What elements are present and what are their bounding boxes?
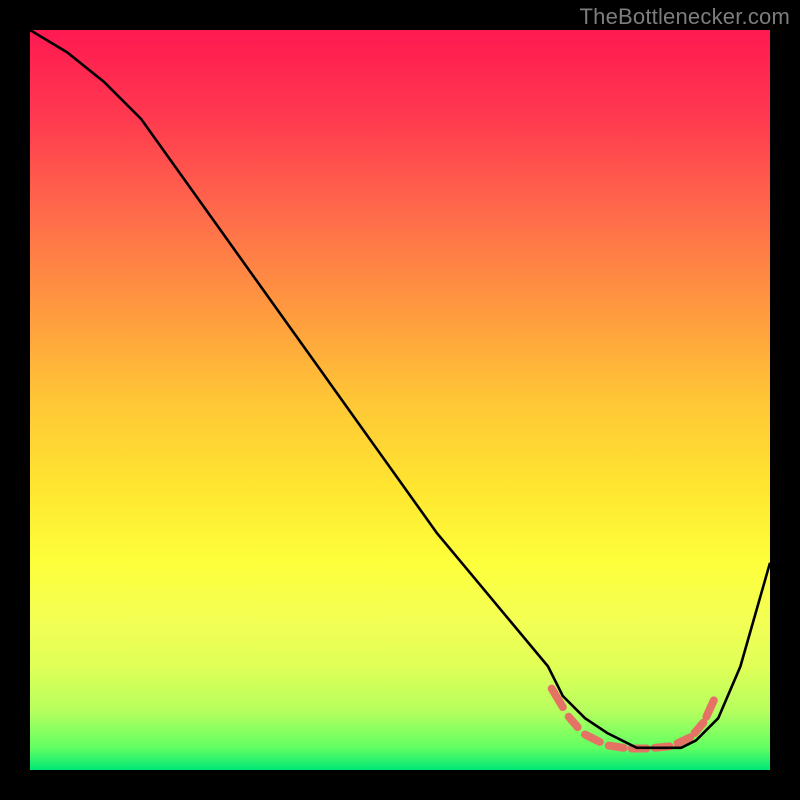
chart-plot-area <box>30 30 770 770</box>
chart-dash-segment <box>695 723 704 733</box>
chart-dash-segment <box>706 700 713 716</box>
chart-dash-segment <box>569 717 578 727</box>
chart-dash-segment <box>678 737 691 743</box>
chart-dash-layer <box>552 689 714 749</box>
chart-svg <box>30 30 770 770</box>
watermark-text: TheBottlenecker.com <box>580 4 790 30</box>
chart-dash-segment <box>585 735 600 742</box>
chart-dash-segment <box>609 746 624 748</box>
chart-frame: TheBottlenecker.com <box>0 0 800 800</box>
chart-curve <box>30 30 770 748</box>
